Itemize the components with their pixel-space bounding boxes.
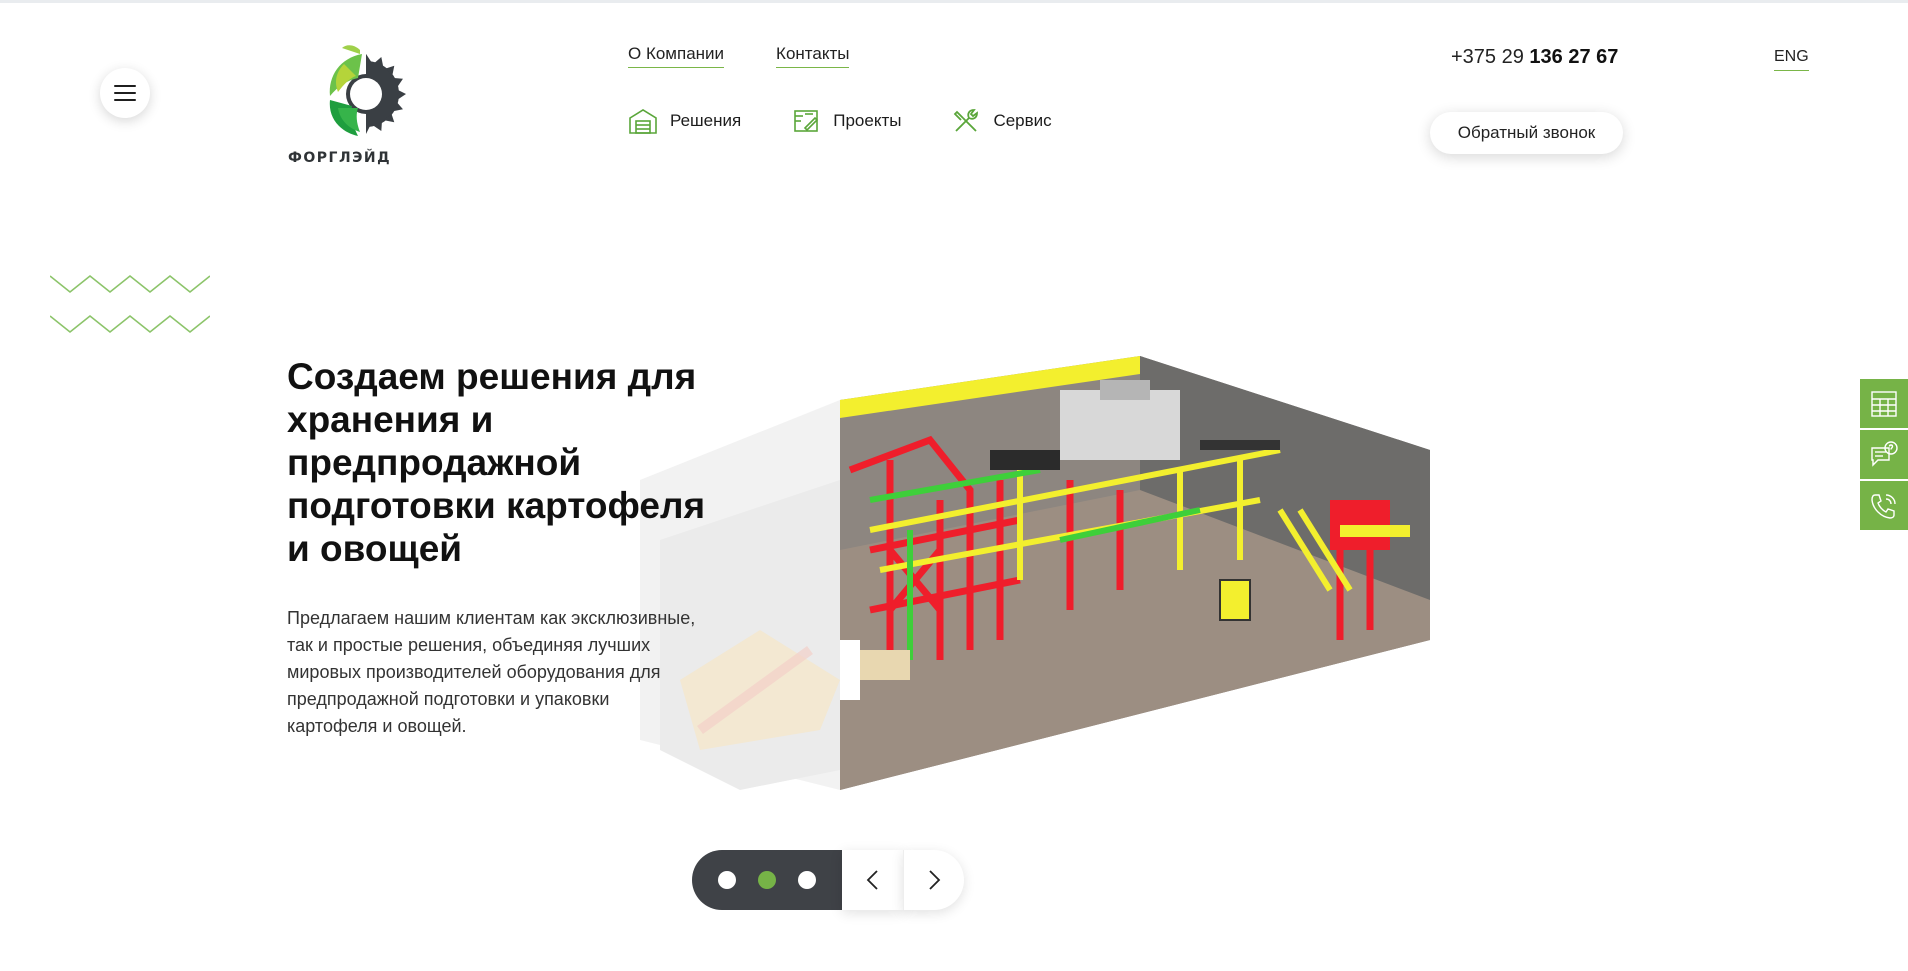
question-chat-button[interactable] [1860, 430, 1908, 479]
slider-prev-button[interactable] [842, 850, 903, 910]
callback-button[interactable]: Обратный звонок [1430, 112, 1623, 154]
tools-icon [954, 109, 979, 132]
calculator-button[interactable] [1860, 379, 1908, 428]
nav-item-projects[interactable]: Проекты [791, 106, 901, 136]
main-nav: Решения Проекты Сервис [628, 106, 1052, 136]
menu-button[interactable] [100, 68, 150, 118]
chevron-left-icon [866, 870, 878, 890]
link-contacts[interactable]: Контакты [776, 44, 850, 68]
slider-dots [692, 850, 842, 910]
blueprint-icon [794, 110, 819, 132]
phone-main: 136 27 67 [1529, 46, 1619, 68]
nav-item-service[interactable]: Сервис [951, 106, 1052, 136]
nav-label-solutions: Решения [670, 111, 742, 130]
phone-number[interactable]: +375 29 136 27 67 [1451, 46, 1618, 69]
chat-question-icon [1871, 440, 1898, 467]
hero-description: Предлагаем нашим клиентам как эксклюзивн… [287, 608, 696, 736]
hamburger-icon [114, 85, 136, 101]
side-action-panel [1860, 379, 1908, 532]
phone-prefix: +375 29 [1451, 46, 1524, 68]
link-about[interactable]: О Компании [628, 44, 725, 68]
nav-label-service: Сервис [993, 111, 1052, 130]
top-links: О Компании Контакты [628, 44, 850, 68]
phone-call-icon [1871, 493, 1896, 519]
nav-item-solutions[interactable]: Решения [628, 106, 741, 136]
nav-label-projects: Проекты [833, 111, 902, 130]
calculator-icon [1871, 390, 1897, 417]
top-divider [0, 0, 1908, 3]
phone-call-button[interactable] [1860, 481, 1908, 530]
language-switch[interactable]: ENG [1774, 48, 1809, 71]
hero-warehouse-illustration [640, 356, 1430, 790]
warehouse-icon [629, 109, 657, 134]
slider-next-button[interactable] [903, 850, 964, 910]
slider-dot-3[interactable] [798, 871, 816, 889]
slider-dot-2[interactable] [758, 871, 776, 889]
zigzag-decoration [50, 274, 210, 334]
slider-dot-1[interactable] [718, 871, 736, 889]
logo-text: ФОРГЛЭЙД [288, 150, 392, 166]
chevron-right-icon [929, 870, 941, 890]
hero-title: Создаем решения для хранения и предпрода… [287, 356, 706, 569]
slider-controls [692, 850, 964, 910]
